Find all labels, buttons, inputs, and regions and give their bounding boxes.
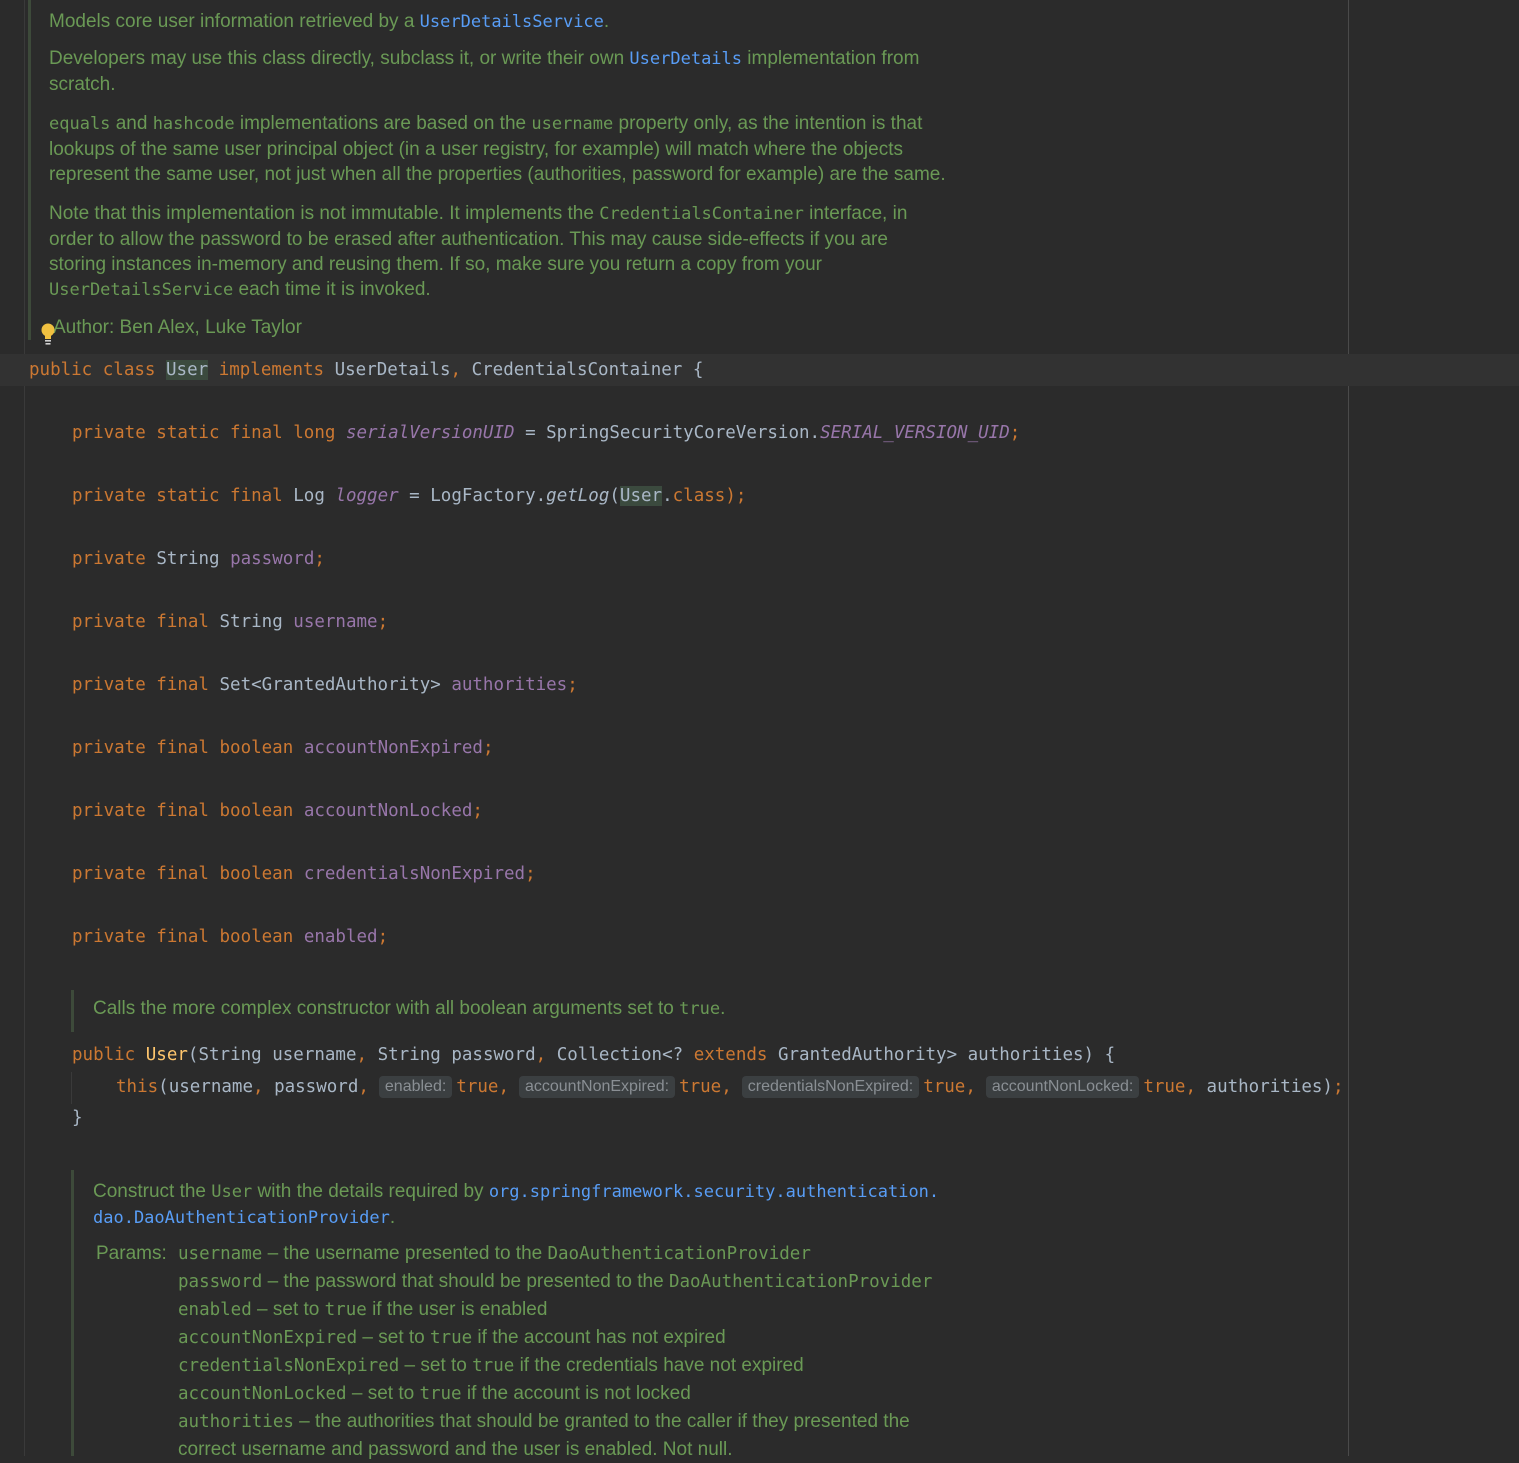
- field-username[interactable]: private final String username;: [72, 610, 388, 634]
- lightbulb-icon[interactable]: [40, 322, 56, 346]
- field-accountnonlocked[interactable]: private final boolean accountNonLocked;: [72, 799, 483, 823]
- right-margin-guide: [1348, 0, 1349, 1456]
- param-hint-enabled: enabled:: [378, 1076, 453, 1098]
- param-hint-credentialsnonexpired: credentialsNonExpired:: [741, 1076, 920, 1098]
- ctor1-signature[interactable]: public User(String username, String pass…: [72, 1043, 1115, 1067]
- class-name[interactable]: User: [166, 360, 209, 380]
- javadoc-paragraph-4: Note that this implementation is not imm…: [49, 203, 908, 300]
- ctor1-body-guide: [71, 1072, 72, 1104]
- field-credentialsnonexpired[interactable]: private final boolean credentialsNonExpi…: [72, 862, 536, 886]
- userdetails-link[interactable]: UserDetails: [629, 49, 742, 69]
- ctor1-javadoc: Calls the more complex constructor with …: [93, 998, 726, 1019]
- field-serialversionuid[interactable]: private static final long serialVersionU…: [72, 421, 1020, 445]
- ctor2-javadoc: Construct the User with the details requ…: [93, 1181, 940, 1228]
- params-label: Params:: [96, 1243, 167, 1264]
- param-authorities: authorities – the authorities that shoul…: [178, 1411, 910, 1432]
- javadoc-author: Author: Ben Alex, Luke Taylor: [53, 317, 302, 338]
- userdetailsservice-link[interactable]: UserDetailsService: [420, 12, 604, 32]
- param-hint-accountnonlocked: accountNonLocked:: [985, 1076, 1140, 1098]
- field-password[interactable]: private String password;: [72, 547, 325, 571]
- param-credentialsnonexpired: credentialsNonExpired – set to true if t…: [178, 1355, 804, 1376]
- daoauthprovider-link-part2[interactable]: dao.DaoAuthenticationProvider: [93, 1208, 390, 1228]
- param-authorities-cont: correct username and password and the us…: [178, 1439, 733, 1460]
- javadoc-paragraph-2: Developers may use this class directly, …: [49, 48, 920, 95]
- javadoc-paragraph-3: equals and hashcode implementations are …: [49, 113, 946, 185]
- param-accountnonexpired: accountNonExpired – set to true if the a…: [178, 1327, 726, 1348]
- ctor1-javadoc-bar: [71, 990, 74, 1032]
- field-logger[interactable]: private static final Log logger = LogFac…: [72, 484, 746, 508]
- param-enabled: enabled – set to true if the user is ena…: [178, 1299, 548, 1320]
- ctor2-javadoc-bar: [71, 1170, 74, 1456]
- ctor1-this-call[interactable]: this(username, password, enabled: true, acc…: [116, 1075, 1344, 1099]
- javadoc-bar: [28, 0, 31, 340]
- class-javadoc: Models core user information retrieved b…: [49, 9, 1049, 340]
- field-authorities[interactable]: private final Set<GrantedAuthority> auth…: [72, 673, 578, 697]
- param-username: username – the username presented to the…: [178, 1243, 811, 1264]
- params-list: username – the username presented to the…: [178, 1240, 1078, 1463]
- gutter-divider: [24, 0, 25, 1456]
- field-enabled[interactable]: private final boolean enabled;: [72, 925, 388, 949]
- param-hint-accountnonexpired: accountNonExpired:: [518, 1076, 676, 1098]
- javadoc-paragraph-1: Models core user information retrieved b…: [49, 11, 610, 32]
- ctor1-close-brace: }: [72, 1108, 83, 1128]
- param-password: password – the password that should be p…: [178, 1271, 933, 1292]
- param-accountnonlocked: accountNonLocked – set to true if the ac…: [178, 1383, 691, 1404]
- daoauthprovider-link-part1[interactable]: org.springframework.security.authenticat…: [489, 1182, 939, 1202]
- class-declaration[interactable]: public class User implements UserDetails…: [29, 358, 703, 382]
- field-accountnonexpired[interactable]: private final boolean accountNonExpired;: [72, 736, 493, 760]
